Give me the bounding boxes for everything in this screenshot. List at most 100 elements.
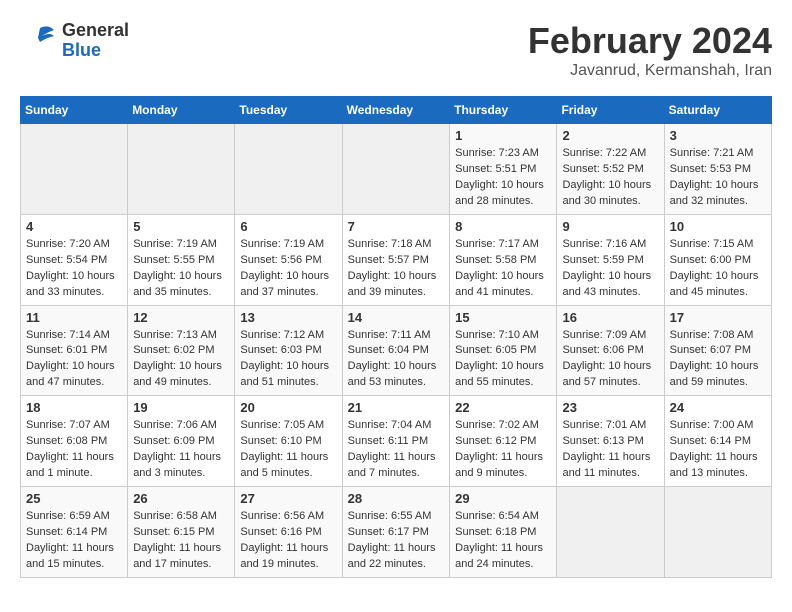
sunset-label: Sunset: 5:56 PM	[240, 254, 321, 266]
day-number: 1	[455, 128, 551, 143]
day-info: Sunrise: 7:21 AM Sunset: 5:53 PM Dayligh…	[670, 146, 766, 210]
sunrise-label: Sunrise: 7:20 AM	[26, 238, 110, 250]
table-cell: 12 Sunrise: 7:13 AM Sunset: 6:02 PM Dayl…	[128, 305, 235, 396]
daylight-label: Daylight: 10 hours and 32 minutes.	[670, 179, 759, 207]
day-info: Sunrise: 7:05 AM Sunset: 6:10 PM Dayligh…	[240, 418, 336, 482]
day-info: Sunrise: 6:58 AM Sunset: 6:15 PM Dayligh…	[133, 509, 229, 573]
sunset-label: Sunset: 6:14 PM	[26, 526, 107, 538]
daylight-label: Daylight: 10 hours and 39 minutes.	[348, 270, 437, 298]
day-info: Sunrise: 7:11 AM Sunset: 6:04 PM Dayligh…	[348, 328, 445, 392]
day-number: 21	[348, 400, 445, 415]
sunrise-label: Sunrise: 7:11 AM	[348, 329, 431, 341]
table-cell: 2 Sunrise: 7:22 AM Sunset: 5:52 PM Dayli…	[557, 124, 664, 215]
day-info: Sunrise: 7:17 AM Sunset: 5:58 PM Dayligh…	[455, 237, 551, 301]
sunrise-label: Sunrise: 7:19 AM	[240, 238, 324, 250]
table-cell: 17 Sunrise: 7:08 AM Sunset: 6:07 PM Dayl…	[664, 305, 771, 396]
day-info: Sunrise: 7:16 AM Sunset: 5:59 PM Dayligh…	[562, 237, 658, 301]
sunset-label: Sunset: 6:05 PM	[455, 344, 536, 356]
day-info: Sunrise: 6:59 AM Sunset: 6:14 PM Dayligh…	[26, 509, 122, 573]
day-info: Sunrise: 7:22 AM Sunset: 5:52 PM Dayligh…	[562, 146, 658, 210]
calendar-table: Sunday Monday Tuesday Wednesday Thursday…	[20, 96, 772, 578]
day-info: Sunrise: 7:09 AM Sunset: 6:06 PM Dayligh…	[562, 328, 658, 392]
sunset-label: Sunset: 6:07 PM	[670, 344, 751, 356]
sunset-label: Sunset: 6:15 PM	[133, 526, 214, 538]
day-info: Sunrise: 7:10 AM Sunset: 6:05 PM Dayligh…	[455, 328, 551, 392]
daylight-label: Daylight: 10 hours and 28 minutes.	[455, 179, 544, 207]
day-info: Sunrise: 7:20 AM Sunset: 5:54 PM Dayligh…	[26, 237, 122, 301]
daylight-label: Daylight: 10 hours and 49 minutes.	[133, 360, 222, 388]
sunrise-label: Sunrise: 6:56 AM	[240, 510, 324, 522]
table-cell: 29 Sunrise: 6:54 AM Sunset: 6:18 PM Dayl…	[450, 487, 557, 578]
daylight-label: Daylight: 10 hours and 33 minutes.	[26, 270, 115, 298]
sunset-label: Sunset: 6:18 PM	[455, 526, 536, 538]
day-info: Sunrise: 7:19 AM Sunset: 5:56 PM Dayligh…	[240, 237, 336, 301]
table-cell: 3 Sunrise: 7:21 AM Sunset: 5:53 PM Dayli…	[664, 124, 771, 215]
table-cell: 25 Sunrise: 6:59 AM Sunset: 6:14 PM Dayl…	[21, 487, 128, 578]
logo-blue: Blue	[62, 41, 129, 61]
daylight-label: Daylight: 11 hours and 24 minutes.	[455, 542, 543, 570]
day-info: Sunrise: 7:15 AM Sunset: 6:00 PM Dayligh…	[670, 237, 766, 301]
daylight-label: Daylight: 10 hours and 45 minutes.	[670, 270, 759, 298]
day-info: Sunrise: 7:07 AM Sunset: 6:08 PM Dayligh…	[26, 418, 122, 482]
daylight-label: Daylight: 11 hours and 11 minutes.	[562, 451, 650, 479]
logo: General Blue	[20, 20, 129, 61]
sunset-label: Sunset: 5:58 PM	[455, 254, 536, 266]
day-number: 9	[562, 219, 658, 234]
sunset-label: Sunset: 6:02 PM	[133, 344, 214, 356]
day-number: 22	[455, 400, 551, 415]
daylight-label: Daylight: 10 hours and 41 minutes.	[455, 270, 544, 298]
day-number: 17	[670, 310, 766, 325]
day-number: 5	[133, 219, 229, 234]
col-saturday: Saturday	[664, 97, 771, 124]
day-number: 20	[240, 400, 336, 415]
sunrise-label: Sunrise: 7:13 AM	[133, 329, 217, 341]
daylight-label: Daylight: 10 hours and 57 minutes.	[562, 360, 651, 388]
sunrise-label: Sunrise: 7:18 AM	[348, 238, 432, 250]
day-number: 6	[240, 219, 336, 234]
daylight-label: Daylight: 11 hours and 22 minutes.	[348, 542, 436, 570]
daylight-label: Daylight: 11 hours and 5 minutes.	[240, 451, 328, 479]
sunrise-label: Sunrise: 7:22 AM	[562, 147, 646, 159]
location: Javanrud, Kermanshah, Iran	[528, 62, 772, 80]
sunrise-label: Sunrise: 6:55 AM	[348, 510, 432, 522]
day-info: Sunrise: 6:56 AM Sunset: 6:16 PM Dayligh…	[240, 509, 336, 573]
page-header: General Blue February 2024 Javanrud, Ker…	[20, 20, 772, 80]
day-info: Sunrise: 6:54 AM Sunset: 6:18 PM Dayligh…	[455, 509, 551, 573]
day-number: 13	[240, 310, 336, 325]
table-cell: 8 Sunrise: 7:17 AM Sunset: 5:58 PM Dayli…	[450, 214, 557, 305]
sunrise-label: Sunrise: 7:17 AM	[455, 238, 539, 250]
day-number: 27	[240, 491, 336, 506]
sunset-label: Sunset: 6:12 PM	[455, 435, 536, 447]
table-cell: 26 Sunrise: 6:58 AM Sunset: 6:15 PM Dayl…	[128, 487, 235, 578]
daylight-label: Daylight: 10 hours and 30 minutes.	[562, 179, 651, 207]
sunrise-label: Sunrise: 6:54 AM	[455, 510, 539, 522]
sunrise-label: Sunrise: 7:12 AM	[240, 329, 324, 341]
table-cell: 27 Sunrise: 6:56 AM Sunset: 6:16 PM Dayl…	[235, 487, 342, 578]
day-info: Sunrise: 7:13 AM Sunset: 6:02 PM Dayligh…	[133, 328, 229, 392]
day-info: Sunrise: 7:06 AM Sunset: 6:09 PM Dayligh…	[133, 418, 229, 482]
day-number: 29	[455, 491, 551, 506]
sunrise-label: Sunrise: 7:04 AM	[348, 419, 432, 431]
daylight-label: Daylight: 10 hours and 35 minutes.	[133, 270, 222, 298]
table-cell	[342, 124, 450, 215]
daylight-label: Daylight: 10 hours and 47 minutes.	[26, 360, 115, 388]
logo-bird-icon	[20, 20, 56, 56]
week-row-3: 11 Sunrise: 7:14 AM Sunset: 6:01 PM Dayl…	[21, 305, 772, 396]
daylight-label: Daylight: 11 hours and 7 minutes.	[348, 451, 436, 479]
week-row-4: 18 Sunrise: 7:07 AM Sunset: 6:08 PM Dayl…	[21, 396, 772, 487]
daylight-label: Daylight: 10 hours and 55 minutes.	[455, 360, 544, 388]
col-sunday: Sunday	[21, 97, 128, 124]
table-cell: 14 Sunrise: 7:11 AM Sunset: 6:04 PM Dayl…	[342, 305, 450, 396]
table-cell: 7 Sunrise: 7:18 AM Sunset: 5:57 PM Dayli…	[342, 214, 450, 305]
table-cell: 11 Sunrise: 7:14 AM Sunset: 6:01 PM Dayl…	[21, 305, 128, 396]
daylight-label: Daylight: 11 hours and 1 minute.	[26, 451, 114, 479]
sunset-label: Sunset: 6:01 PM	[26, 344, 107, 356]
table-cell: 9 Sunrise: 7:16 AM Sunset: 5:59 PM Dayli…	[557, 214, 664, 305]
sunrise-label: Sunrise: 7:21 AM	[670, 147, 754, 159]
day-number: 18	[26, 400, 122, 415]
day-number: 11	[26, 310, 122, 325]
day-number: 8	[455, 219, 551, 234]
table-cell	[235, 124, 342, 215]
table-cell: 6 Sunrise: 7:19 AM Sunset: 5:56 PM Dayli…	[235, 214, 342, 305]
day-number: 15	[455, 310, 551, 325]
